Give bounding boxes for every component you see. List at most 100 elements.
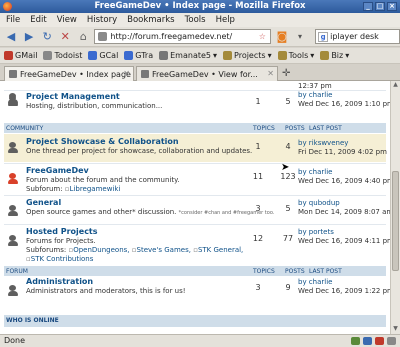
window-title: FreeGameDev • Index page - Mozilla Firef… [94, 1, 306, 11]
scroll-thumb[interactable] [392, 171, 399, 271]
subforum-list-cont: ▫STK Contributions [26, 255, 94, 263]
posts-count: 77 [282, 234, 294, 243]
addon-status-icon[interactable] [375, 337, 384, 345]
divider [4, 224, 386, 225]
forum-title-hosted-projects[interactable]: Hosted Projects [26, 227, 98, 236]
menubar: File Edit View History Bookmarks Tools H… [0, 13, 400, 27]
new-tab-icon[interactable]: ✛ [282, 68, 290, 79]
status-text: Done [4, 336, 26, 345]
addon-status-icon[interactable] [363, 337, 372, 345]
bookmark-tools[interactable]: Tools ▾ [277, 51, 314, 60]
menu-view[interactable]: View [57, 15, 77, 25]
back-arrow-icon[interactable]: ◀ [4, 29, 18, 45]
bookmark-todoist[interactable]: Todoist [43, 51, 82, 60]
star-icon[interactable]: ☆ [259, 32, 266, 41]
lastpost-author[interactable]: by charlie [298, 168, 332, 176]
close-window-button[interactable]: × [387, 2, 397, 11]
forum-read-icon [8, 95, 18, 107]
forum-desc: Forums for Projects. [26, 237, 96, 245]
firefox-icon [3, 2, 12, 11]
search-engine-icon[interactable]: g [318, 31, 329, 42]
site-favicon [98, 32, 108, 41]
gtra-icon [124, 51, 134, 60]
who-is-online-header: WHO IS ONLINE [4, 315, 386, 327]
topics-count: 11 [252, 172, 264, 181]
forum-desc: One thread per project for showcase, col… [26, 147, 253, 155]
window-titlebar: FreeGameDev • Index page - Mozilla Firef… [0, 0, 400, 13]
lastpost-author[interactable]: by portets [298, 228, 334, 236]
bookmark-gmail[interactable]: GMail [4, 51, 37, 60]
divider [4, 195, 386, 196]
forward-arrow-icon[interactable]: ▶ [22, 29, 36, 45]
menu-bookmarks[interactable]: Bookmarks [127, 15, 175, 25]
forum-title-general[interactable]: General [26, 198, 61, 207]
search-input[interactable]: iplayer desk [330, 32, 379, 41]
lastpost-time: Mon Dec 14, 2009 8:07 am [298, 208, 390, 216]
bookmark-projects[interactable]: Projects ▾ [223, 51, 272, 60]
minimize-button[interactable]: _ [363, 2, 373, 11]
lastpost-author[interactable]: by charlie [298, 91, 332, 99]
forum-title-administration[interactable]: Administration [26, 277, 93, 286]
topics-count: 1 [255, 97, 261, 106]
url-text: http://forum.freegamedev.net/ [110, 32, 233, 41]
folder-icon [277, 51, 287, 60]
lastpost-time: Wed Dec 16, 2009 1:10 pm [298, 100, 390, 108]
forum-read-icon [8, 142, 18, 154]
bookmark-emanate5[interactable]: Emanate5 ▾ [159, 51, 217, 60]
bookmark-gtra[interactable]: GTra [124, 51, 153, 60]
tab-strip: FreeGameDev • Index page ✕ FreeGameDev •… [0, 64, 400, 81]
folder-icon [320, 51, 330, 60]
bookmarks-toolbar: GMail Todoist GCal GTra Emanate5 ▾ Projec… [0, 48, 400, 64]
subforum-link[interactable]: Libregamewiki [70, 185, 121, 193]
subforum-link[interactable]: STK General, [198, 246, 243, 254]
tab-favicon [9, 70, 17, 78]
navigation-toolbar: ◀ ▶ ↻ ✕ ⌂ http://forum.freegamedev.net/ … [0, 27, 400, 47]
forum-title-freegamedev[interactable]: FreeGameDev [26, 166, 89, 175]
reload-icon[interactable]: ↻ [40, 29, 54, 45]
menu-history[interactable]: History [87, 15, 117, 25]
stop-icon[interactable]: ✕ [58, 29, 72, 45]
tab-close-icon[interactable]: ✕ [123, 69, 130, 78]
bookmark-biz[interactable]: Biz ▾ [320, 51, 349, 60]
home-icon[interactable]: ⌂ [76, 29, 90, 45]
page-scrollbar[interactable]: ▲ ▼ [390, 81, 400, 334]
scroll-down-arrow-icon[interactable]: ▼ [391, 325, 400, 334]
url-bar[interactable]: http://forum.freegamedev.net/ ☆ [94, 29, 271, 44]
menu-help[interactable]: Help [216, 15, 235, 25]
lastpost-time: Fri Dec 11, 2009 4:02 pm [298, 148, 387, 156]
forum-desc: Hosting, distribution, communication... [26, 102, 163, 110]
menu-edit[interactable]: Edit [30, 15, 46, 25]
lastpost-author[interactable]: by qubodup [298, 199, 340, 207]
subforum-list: Subforums: ▫OpenDungeons, ▫Steve's Games… [26, 246, 244, 254]
rss-icon[interactable]: ◙ [275, 29, 289, 45]
lastpost-author[interactable]: by rikswveney [298, 139, 348, 147]
search-bar[interactable]: g iplayer desk [315, 29, 400, 44]
forum-read-icon [8, 205, 18, 217]
lastpost-time: Wed Dec 16, 2009 4:40 pm [298, 177, 390, 185]
forum-title-project-management[interactable]: Project Management [26, 92, 120, 101]
forum-read-icon [8, 235, 18, 247]
tab-close-icon[interactable]: ✕ [267, 69, 274, 78]
tab-favicon [141, 70, 149, 78]
tab-view-forum[interactable]: FreeGameDev • View for... ✕ [136, 66, 278, 81]
addon-status-icon[interactable] [387, 337, 396, 345]
tab-index-page[interactable]: FreeGameDev • Index page ✕ [4, 66, 134, 81]
subforum-link[interactable]: OpenDungeons, [73, 246, 129, 254]
menu-file[interactable]: File [6, 15, 20, 25]
posts-count: 5 [285, 204, 291, 213]
topics-count: 1 [255, 142, 261, 151]
menu-tools[interactable]: Tools [185, 15, 206, 25]
lastpost-author[interactable]: by charlie [298, 278, 332, 286]
forum-desc: Forum about the forum and the community. [26, 176, 180, 184]
bookmark-gcal[interactable]: GCal [88, 51, 118, 60]
forum-title-project-showcase[interactable]: Project Showcase & Collaboration [26, 137, 179, 146]
todoist-icon [43, 51, 53, 60]
subforum-link[interactable]: Steve's Games, [137, 246, 191, 254]
subforum-link[interactable]: STK Contributions [31, 255, 94, 263]
maximize-button[interactable]: □ [375, 2, 385, 11]
dropdown-icon[interactable]: ▾ [293, 29, 307, 45]
posts-count: 123 [280, 172, 296, 181]
addon-status-icon[interactable] [351, 337, 360, 345]
forum-desc: Administrators and moderators, this is f… [26, 287, 186, 295]
scroll-up-arrow-icon[interactable]: ▲ [391, 81, 400, 90]
